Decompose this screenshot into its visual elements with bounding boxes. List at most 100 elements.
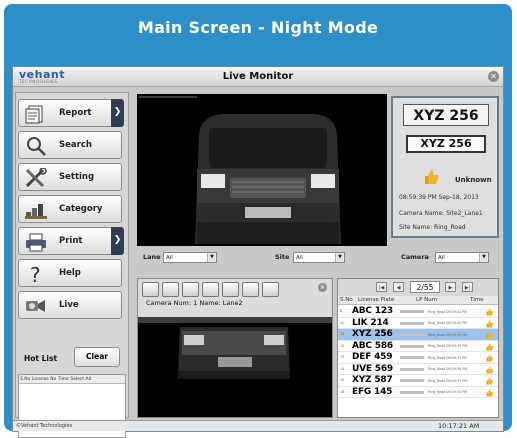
live-video-feed[interactable] xyxy=(137,94,387,246)
live-button[interactable]: Live xyxy=(18,291,122,319)
camera-select[interactable]: All ▼ xyxy=(435,252,489,263)
results-panel: |◀ ◀ 2/55 ▶ ▶| S.No License Plate LP Num… xyxy=(337,278,499,418)
camera-select-value: All xyxy=(438,255,445,261)
report-label: Report xyxy=(59,108,92,118)
clock-text: 10:17:21 AM xyxy=(438,422,480,430)
prev-page-button[interactable]: ◀ xyxy=(393,282,404,292)
close-icon[interactable]: ✕ xyxy=(488,71,499,82)
lane-select[interactable]: All ▼ xyxy=(163,252,217,263)
table-row[interactable]: 15 XYZ 587 Ring_Road 08:59:35 PM xyxy=(338,375,498,387)
plate-image: LIK 214 xyxy=(352,317,389,328)
row-sno: 13 xyxy=(340,355,345,359)
category-icon xyxy=(25,204,47,219)
live-label: Live xyxy=(59,300,79,310)
hotlist-header: S.No License No Time Select All xyxy=(19,375,125,384)
detection-timestamp: 08:59:39 PM Sep-18, 2013 xyxy=(399,194,479,201)
plate-image: EFG 145 xyxy=(352,386,393,397)
thumbs-up-icon xyxy=(486,331,494,339)
row-sno: 10 xyxy=(340,320,345,325)
col-lp-num: LP Num xyxy=(416,297,438,303)
print-dropdown-icon[interactable]: ❯ xyxy=(111,227,124,255)
thumbs-up-icon xyxy=(486,365,494,373)
window-title: Live Monitor xyxy=(222,71,294,82)
help-icon: ? xyxy=(30,264,41,284)
plate-image: DEF 459 xyxy=(352,352,393,362)
plate-image: ABC 586 xyxy=(352,340,393,351)
first-page-button[interactable]: |◀ xyxy=(376,282,387,292)
plate-crop-image: XYZ 256 xyxy=(403,104,489,126)
camera-select-button-3[interactable] xyxy=(182,282,199,297)
lp-num-redacted xyxy=(400,310,424,313)
status-text: Unknown xyxy=(455,176,492,184)
lp-num-redacted xyxy=(400,356,424,359)
camera-filter-label: Camera xyxy=(401,253,429,261)
vehicle-image xyxy=(137,94,387,246)
camera-select-button-2[interactable] xyxy=(162,282,179,297)
status-bar: ©Vehant Technologies 10:17:21 AM xyxy=(13,420,503,431)
table-row[interactable]: 8 ABC 123 Ring_Road 08:59:42 PM xyxy=(338,306,498,318)
plate-image: ABC 123 xyxy=(352,306,393,316)
camera-info-text: Camera Num: 1 Name: Lane2 xyxy=(146,299,243,307)
row-sno: 15 xyxy=(340,378,345,382)
clear-button[interactable]: Clear xyxy=(74,347,120,367)
report-button[interactable]: Report ❯ xyxy=(18,99,124,127)
copyright-text: ©Vehant Technologies xyxy=(16,423,73,429)
search-button[interactable]: Search xyxy=(18,131,122,159)
live-camera-icon xyxy=(26,300,45,312)
camera-select-button-7[interactable] xyxy=(262,282,279,297)
banner-title: Main Screen - Night Mode xyxy=(137,18,379,37)
last-page-button[interactable]: ▶| xyxy=(462,282,473,292)
category-button[interactable]: Category xyxy=(18,195,122,223)
camera-select-button-4[interactable] xyxy=(202,282,219,297)
site-filter-label: Site xyxy=(275,253,290,261)
search-label: Search xyxy=(59,140,92,150)
tools-icon xyxy=(25,168,47,188)
chevron-down-icon: ▼ xyxy=(335,253,344,262)
camera-select-button-6[interactable] xyxy=(242,282,259,297)
table-row[interactable]: 10 LIK 214 Ring_Road 08:59:40 PM xyxy=(338,317,498,329)
row-sno: 8 xyxy=(340,309,343,313)
report-dropdown-icon[interactable]: ❯ xyxy=(111,99,124,127)
detection-panel: XYZ 256 XYZ 256 Unknown 08:59:39 PM Sep-… xyxy=(391,96,499,238)
page-indicator[interactable]: 2/55 xyxy=(410,281,440,293)
table-row[interactable]: 12 ABC 586 Ring_Road 08:59:38 PM xyxy=(338,340,498,352)
plate-image: UVE 569 xyxy=(352,363,393,374)
search-icon xyxy=(27,137,46,156)
col-license-plate: License Plate xyxy=(358,297,395,303)
category-label: Category xyxy=(59,204,103,214)
lp-num-redacted xyxy=(400,321,424,325)
camera-select-button-5[interactable] xyxy=(222,282,239,297)
table-row[interactable]: 14 UVE 569 Ring_Road 08:59:36 PM xyxy=(338,363,498,375)
plate-image: XYZ 587 xyxy=(352,375,393,385)
close-icon[interactable]: ✕ xyxy=(318,283,327,292)
print-button[interactable]: Print ❯ xyxy=(18,227,124,255)
lp-num-redacted xyxy=(400,367,424,371)
help-label: Help xyxy=(59,268,81,278)
table-row[interactable]: 16 EFG 145 Ring_Road 08:59:34 PM xyxy=(338,386,498,398)
help-button[interactable]: ? Help xyxy=(18,259,122,287)
setting-button[interactable]: Setting xyxy=(18,163,122,191)
plate-image: XYZ 256 xyxy=(352,329,393,339)
thumbs-up-icon xyxy=(486,342,494,350)
col-sno: S.No xyxy=(340,297,353,303)
setting-label: Setting xyxy=(59,172,95,182)
row-time: Ring_Road 08:59:39 PM xyxy=(428,332,468,337)
lane-video-feed[interactable] xyxy=(138,317,332,417)
site-select[interactable]: All ▼ xyxy=(293,252,345,263)
camera-select-button-1[interactable] xyxy=(142,282,159,297)
row-time: Ring_Road 08:59:42 PM xyxy=(428,309,468,314)
hotlist-label: Hot List xyxy=(24,354,58,363)
thumbs-up-icon xyxy=(425,169,439,184)
filter-bar: Lane All ▼ Site All ▼ Camera All ▼ xyxy=(137,252,499,265)
lp-num-redacted xyxy=(400,390,424,394)
printer-icon xyxy=(26,233,46,252)
next-page-button[interactable]: ▶ xyxy=(445,282,456,292)
row-time: Ring_Road 08:59:38 PM xyxy=(428,344,468,348)
lp-num-redacted xyxy=(400,379,424,382)
table-row-selected[interactable]: 11 XYZ 256 Ring_Road 08:59:39 PM xyxy=(338,329,498,341)
chevron-down-icon: ▼ xyxy=(479,253,488,262)
report-icon xyxy=(25,105,43,124)
site-select-value: All xyxy=(296,255,303,261)
lp-num-redacted xyxy=(400,333,424,336)
table-row[interactable]: 13 DEF 459 Ring_Road 08:59:37 PM xyxy=(338,352,498,364)
